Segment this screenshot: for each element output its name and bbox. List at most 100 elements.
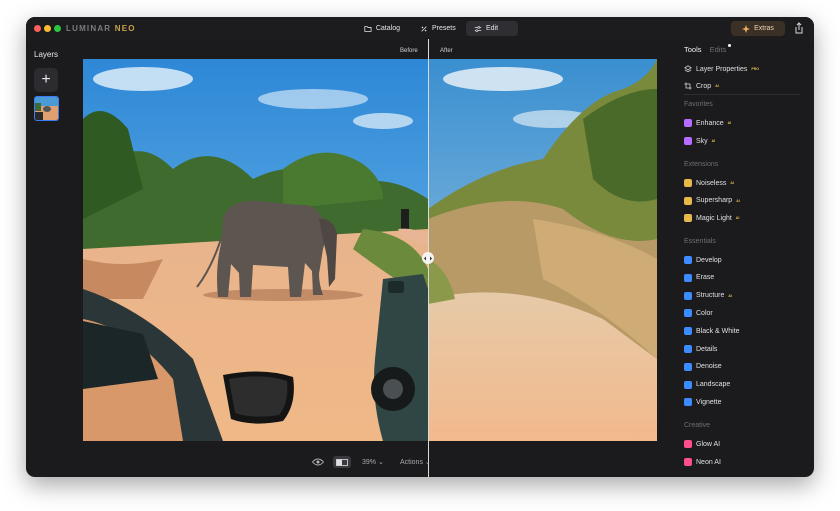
tool-label: Develop	[696, 256, 722, 264]
tool-label: Landscape	[696, 381, 731, 389]
ai-badge: AI	[715, 84, 719, 88]
after-label: After	[440, 48, 453, 54]
tool-erase[interactable]: Erase	[684, 272, 714, 284]
presets-icon	[421, 25, 427, 32]
details-icon	[684, 345, 692, 353]
share-icon[interactable]	[794, 22, 804, 34]
tool-label: Neon AI	[696, 458, 721, 466]
divider	[684, 94, 800, 95]
layer-thumbnail[interactable]	[34, 96, 59, 121]
zoom-level-value: 39%	[362, 459, 377, 466]
photo-canvas[interactable]	[83, 59, 657, 441]
tool-label: Vignette	[696, 398, 722, 406]
layers-icon	[684, 65, 692, 73]
folder-icon	[364, 25, 372, 32]
edits-indicator-dot	[728, 44, 732, 47]
magic-light-icon	[684, 214, 692, 222]
tool-color[interactable]: Color	[684, 307, 713, 319]
tab-tools[interactable]: Tools	[684, 45, 702, 54]
ai-badge: AI	[711, 139, 716, 143]
tool-label: Crop	[696, 82, 712, 90]
tool-label: Erase	[696, 274, 715, 282]
tool-noiseless[interactable]: Noiseless AI	[684, 177, 734, 189]
tool-enhance[interactable]: Enhance AI	[684, 117, 731, 129]
tool-denoise[interactable]: Denoise	[684, 361, 722, 373]
ai-badge: AI	[728, 293, 732, 298]
tool-magic-light[interactable]: Magic Light AI	[684, 212, 739, 224]
structure-icon	[684, 291, 692, 300]
before-label: Before	[400, 48, 418, 54]
extras-label: Extras	[754, 25, 774, 32]
ai-badge: AI	[735, 216, 740, 220]
enhance-icon	[684, 119, 692, 127]
color-icon	[684, 309, 692, 318]
add-layer-button[interactable]: +	[34, 68, 58, 92]
section-essentials: Essentials	[684, 238, 716, 245]
actions-label: Actions	[400, 459, 423, 466]
crop-icon	[684, 82, 692, 90]
erase-icon	[684, 273, 692, 282]
catalog-button[interactable]: Catalog	[356, 21, 408, 36]
tool-black-white[interactable]: Black & White	[684, 325, 740, 337]
tool-crop[interactable]: Crop AI	[684, 80, 719, 92]
chevron-down-icon: ⌄	[377, 459, 384, 466]
black-white-icon	[684, 327, 692, 336]
sliders-icon	[474, 25, 482, 32]
tab-edits[interactable]: Edits	[710, 44, 732, 54]
pro-badge: PRO	[751, 67, 759, 71]
layers-title: Layers	[34, 50, 59, 59]
elephant-road-photo	[83, 59, 657, 441]
tool-details[interactable]: Details	[684, 343, 717, 355]
zoom-level-menu[interactable]: 39% ⌄	[362, 458, 384, 466]
tool-label: Glow AI	[696, 440, 721, 448]
edit-label: Edit	[486, 25, 499, 32]
tool-label: Magic Light	[696, 214, 732, 222]
title-bar: LUMINAR NEO Catalog Presets Edit Extras	[26, 17, 814, 41]
tool-glow-ai[interactable]: Glow AI	[684, 438, 720, 450]
develop-icon	[684, 256, 692, 264]
layer-thumbnail-image	[35, 97, 58, 120]
divider-handle[interactable]	[422, 252, 434, 264]
minimize-window-button[interactable]	[44, 25, 51, 32]
tool-label: Layer Properties	[696, 65, 748, 73]
tool-vignette[interactable]: Vignette	[684, 396, 722, 408]
extras-button[interactable]: Extras	[731, 21, 785, 36]
app-logo-text: LUMINAR	[66, 24, 112, 33]
tool-label: Noiseless	[696, 179, 727, 187]
glow-icon	[684, 440, 692, 448]
tool-label: Sky	[696, 137, 708, 145]
tool-neon-ai[interactable]: Neon AI	[684, 456, 721, 468]
catalog-label: Catalog	[375, 25, 400, 32]
eye-icon[interactable]	[312, 458, 324, 466]
tool-label: Color	[696, 309, 713, 317]
extras-icon	[742, 24, 751, 33]
tool-label: Enhance	[696, 119, 724, 127]
vignette-icon	[684, 398, 692, 407]
close-window-button[interactable]	[34, 25, 41, 32]
app-logo: LUMINAR NEO	[66, 24, 136, 33]
tool-develop[interactable]: Develop	[684, 254, 722, 266]
edit-button[interactable]: Edit	[466, 21, 518, 36]
actions-menu[interactable]: Actions ⌄	[400, 458, 431, 466]
plus-icon: +	[41, 71, 51, 88]
tool-label: Supersharp	[696, 197, 733, 204]
ai-badge: AI	[736, 198, 740, 203]
compare-view-button[interactable]	[333, 456, 351, 468]
section-extensions: Extensions	[684, 161, 719, 168]
tool-layer-properties[interactable]: Layer Properties PRO	[684, 63, 759, 75]
zoom-window-button[interactable]	[54, 25, 61, 32]
tool-label: Denoise	[696, 363, 722, 371]
presets-button[interactable]: Presets	[412, 21, 464, 36]
chevron-down-icon: ⌄	[424, 459, 431, 466]
tool-label: Structure	[696, 292, 725, 300]
landscape-icon	[684, 380, 692, 389]
tool-sky[interactable]: Sky AI	[684, 135, 715, 147]
arrows-horizontal-icon	[424, 256, 432, 260]
section-favorites: Favorites	[684, 101, 713, 108]
tool-supersharp[interactable]: Supersharp AI	[684, 195, 740, 207]
tool-structure[interactable]: Structure AI	[684, 290, 732, 302]
presets-label: Presets	[432, 25, 456, 32]
section-creative: Creative	[684, 422, 711, 429]
tool-landscape[interactable]: Landscape	[684, 379, 730, 391]
tool-label: Details	[696, 345, 718, 353]
